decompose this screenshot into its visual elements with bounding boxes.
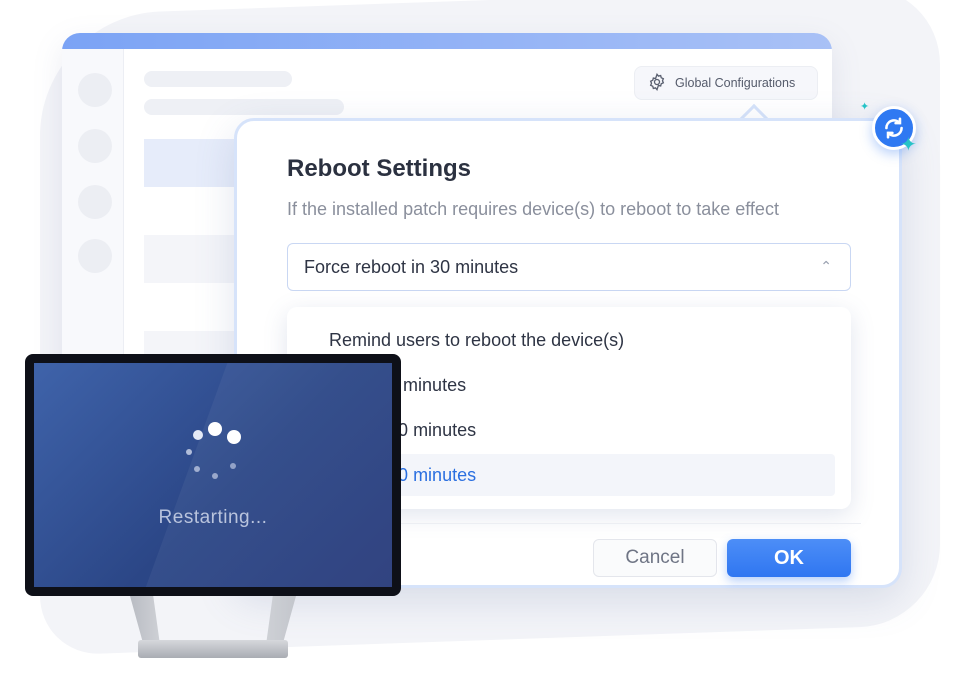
sidebar-item[interactable] <box>78 185 112 219</box>
global-configurations-label: Global Configurations <box>675 76 796 90</box>
placeholder-line <box>144 71 292 87</box>
sidebar-item[interactable] <box>78 129 112 163</box>
dialog-subtitle: If the installed patch requires device(s… <box>287 199 779 219</box>
select-value: Force reboot in 30 minutes <box>304 256 519 277</box>
ok-button[interactable]: OK <box>727 539 851 577</box>
gear-icon <box>647 72 667 95</box>
placeholder-line <box>144 99 344 115</box>
sidebar-item[interactable] <box>78 239 112 273</box>
monitor-base <box>138 640 288 658</box>
window-titlebar <box>62 33 832 49</box>
sparkle-icon: ✦ <box>900 134 917 156</box>
spinner-icon <box>186 422 241 479</box>
sparkle-icon: ✦ <box>860 101 870 113</box>
sidebar-item[interactable] <box>78 73 112 107</box>
monitor-screen: Restarting... <box>34 363 392 587</box>
chevron-up-icon: ⌃ <box>820 258 832 274</box>
cancel-button[interactable]: Cancel <box>593 539 717 577</box>
monitor: Restarting... <box>25 354 401 596</box>
restarting-label: Restarting... <box>158 507 268 528</box>
reboot-option-select[interactable]: Force reboot in 30 minutes ⌃ <box>287 243 851 291</box>
global-configurations-button[interactable]: Global Configurations <box>634 66 818 100</box>
dialog-title: Reboot Settings <box>287 155 471 182</box>
